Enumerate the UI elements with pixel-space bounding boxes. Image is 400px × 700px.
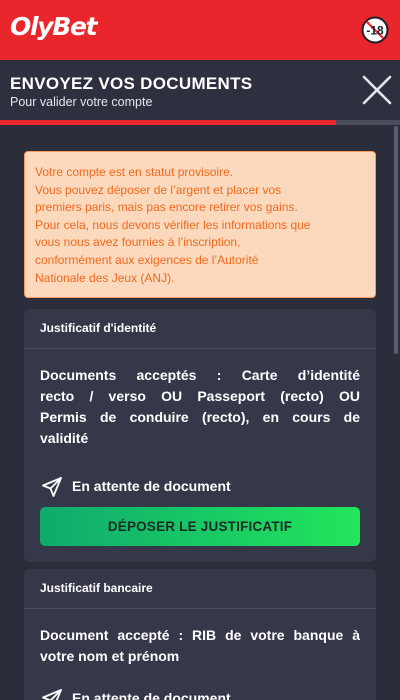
warning-line: Nationale des Jeux (ANJ). xyxy=(35,270,175,285)
warning-line: vous nous avez fournies à l’inscription, xyxy=(35,235,241,250)
modal-subtitle: Pour valider votre compte xyxy=(10,95,153,109)
identity-document-card: Justificatif d'identité Documents accept… xyxy=(24,309,376,562)
modal-header: ENVOYEZ VOS DOCUMENTS Pour valider votre… xyxy=(0,60,400,122)
status-label: En attente de document xyxy=(72,478,231,494)
top-bar: OlyBet -18 xyxy=(0,0,400,60)
description-line: recto / verso OU Passeport (recto) OU xyxy=(40,388,360,404)
bank-document-card: Justificatif bancaire Document accepté :… xyxy=(24,569,376,700)
send-icon xyxy=(42,689,62,700)
warning-line: conformément aux exigences de l’Autorité xyxy=(35,252,259,267)
description-line: Documents acceptés : Carte d’identité xyxy=(40,367,360,383)
warning-line: Vous pouvez déposer de l’argent et place… xyxy=(35,182,282,197)
accepted-documents-text: Documents acceptés : Carte d’identité re… xyxy=(40,365,360,449)
description-line: Permis de conduire (recto), en cours de xyxy=(40,409,360,425)
description-line: votre nom et prénom xyxy=(40,648,180,664)
olybet-logo[interactable]: OlyBet xyxy=(10,12,98,41)
warning-line: Pour cela, nous devons vérifier les info… xyxy=(35,217,311,232)
provisional-status-warning: Votre compte est en statut provisoire. V… xyxy=(24,151,376,298)
upload-identity-button[interactable]: DÉPOSER LE JUSTIFICATIF xyxy=(40,507,360,546)
card-title: Justificatif d'identité xyxy=(24,309,376,349)
age-restriction-icon: -18 xyxy=(361,16,389,44)
age-badge-label: -18 xyxy=(366,24,384,38)
card-title: Justificatif bancaire xyxy=(24,569,376,609)
close-icon[interactable] xyxy=(360,73,394,107)
accepted-documents-text: Document accepté : RIB de votre banque à… xyxy=(40,625,360,667)
scrollbar[interactable] xyxy=(394,126,398,354)
description-line: validité xyxy=(40,430,89,446)
modal-title: ENVOYEZ VOS DOCUMENTS xyxy=(10,74,253,93)
progress-bar-fill xyxy=(0,120,336,125)
status-label: En attente de document xyxy=(72,690,231,700)
description-line: Document accepté : RIB de votre banque à xyxy=(40,627,360,643)
warning-line: Votre compte est en statut provisoire. xyxy=(35,165,234,179)
progress-bar xyxy=(0,120,400,125)
send-icon xyxy=(42,477,62,497)
warning-line: premiers paris, mais pas encore retirer … xyxy=(35,200,298,215)
